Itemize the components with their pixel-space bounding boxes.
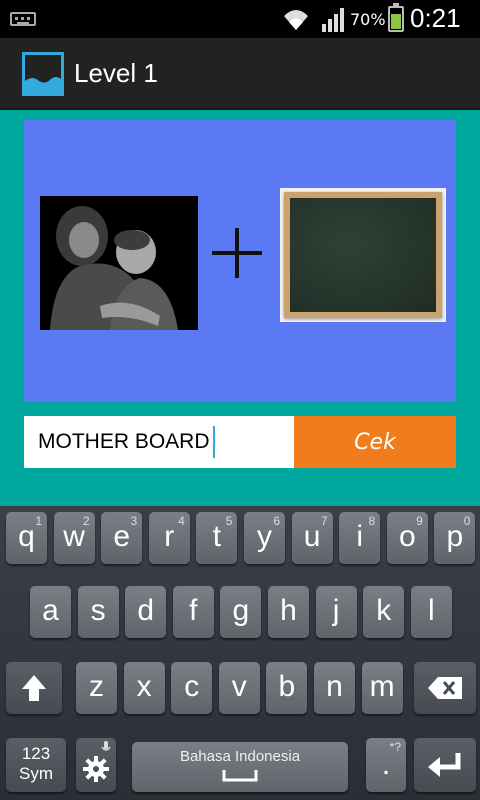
clock: 0:21	[410, 3, 461, 33]
key-label: h	[280, 594, 297, 627]
answer-input[interactable]	[24, 416, 294, 468]
key-label: o	[398, 520, 416, 553]
blackboard-image	[280, 188, 446, 322]
status-bar: 70% 0:21	[0, 0, 480, 38]
key-j[interactable]: j	[315, 586, 357, 638]
shift-icon	[22, 675, 46, 701]
key-label: e	[113, 520, 131, 553]
key-i[interactable]: 8i	[339, 512, 381, 564]
key-q[interactable]: 1q	[6, 512, 47, 564]
enter-icon	[428, 753, 461, 777]
key-o[interactable]: 9o	[386, 512, 428, 564]
key-label: v	[231, 670, 247, 703]
space-bar-icon	[222, 770, 258, 782]
key-n[interactable]: n	[314, 662, 355, 714]
key-h[interactable]: h	[268, 586, 309, 638]
key-z[interactable]: z	[76, 662, 117, 714]
key-label: a	[42, 594, 59, 627]
key-c[interactable]: c	[171, 662, 213, 714]
settings-key[interactable]	[76, 738, 116, 792]
symbols-key[interactable]: 123 Sym	[6, 738, 66, 792]
key-label: b	[278, 670, 296, 703]
check-button[interactable]: Cek	[294, 416, 456, 468]
key-p[interactable]: 0p	[434, 512, 476, 564]
key-label: d	[137, 594, 155, 627]
key-y[interactable]: 6y	[244, 512, 285, 564]
picture-icon[interactable]	[22, 52, 64, 96]
shift-key[interactable]	[6, 662, 62, 714]
backspace-key[interactable]	[414, 662, 476, 714]
key-label: u	[303, 520, 321, 553]
key-g[interactable]: g	[220, 586, 262, 638]
key-t[interactable]: 5t	[196, 512, 238, 564]
key-m[interactable]: m	[361, 662, 403, 714]
key-label: m	[369, 670, 395, 703]
enter-key[interactable]	[414, 738, 476, 792]
puzzle-panel	[24, 120, 456, 402]
key-label: x	[136, 670, 152, 703]
key-label: f	[189, 594, 198, 627]
key-label: c	[184, 670, 200, 703]
page-title: Level 1	[74, 58, 158, 88]
text-cursor	[213, 426, 215, 458]
key-label: w	[63, 520, 85, 553]
mother-image	[40, 196, 198, 330]
key-label: g	[232, 594, 250, 627]
period-key-label: .	[381, 748, 391, 781]
action-bar: Level 1	[0, 38, 480, 110]
key-label: k	[376, 594, 392, 627]
keyboard-icon	[10, 12, 36, 26]
key-r[interactable]: 4r	[148, 512, 190, 564]
screen: 70% 0:21 Level 1 MOTHER BOARD Cek 123 Sy…	[0, 0, 480, 800]
key-x[interactable]: x	[123, 662, 165, 714]
microphone-icon	[101, 741, 111, 751]
key-label: i	[356, 520, 364, 553]
key-d[interactable]: d	[125, 586, 167, 638]
wifi-icon	[284, 10, 308, 30]
key-label: z	[89, 670, 104, 703]
battery-icon	[388, 3, 404, 32]
signal-icon	[322, 8, 344, 32]
key-e[interactable]: 3e	[101, 512, 143, 564]
key-label: r	[164, 520, 175, 553]
space-key[interactable]: Bahasa Indonesia	[132, 742, 348, 792]
plus-symbol	[212, 228, 262, 278]
key-label: j	[332, 594, 340, 627]
space-key-label: Bahasa Indonesia	[179, 748, 301, 765]
period-key[interactable]: *? .	[366, 738, 406, 792]
key-a[interactable]: a	[30, 586, 71, 638]
key-label: s	[90, 594, 106, 627]
key-label: t	[212, 520, 222, 553]
symbols-key-label: 123 Sym	[19, 744, 53, 783]
gear-icon	[83, 756, 109, 782]
key-v[interactable]: v	[218, 662, 260, 714]
key-w[interactable]: 2w	[53, 512, 95, 564]
key-u[interactable]: 7u	[291, 512, 333, 564]
game-area: Cek	[0, 110, 480, 506]
soft-keyboard: 123 Sym Bahasa Indonesia *? . 1 q 2 w 3 …	[0, 506, 480, 800]
key-k[interactable]: k	[363, 586, 405, 638]
key-l[interactable]: l	[410, 586, 452, 638]
key-label: y	[257, 520, 272, 553]
backspace-icon	[428, 677, 462, 699]
key-s[interactable]: s	[77, 586, 119, 638]
key-f[interactable]: f	[172, 586, 214, 638]
key-label: p	[446, 520, 464, 553]
key-label: n	[326, 670, 343, 703]
key-label: l	[427, 594, 435, 627]
key-b[interactable]: b	[266, 662, 308, 714]
key-label: q	[18, 520, 35, 553]
battery-percent: 70%	[350, 10, 386, 29]
